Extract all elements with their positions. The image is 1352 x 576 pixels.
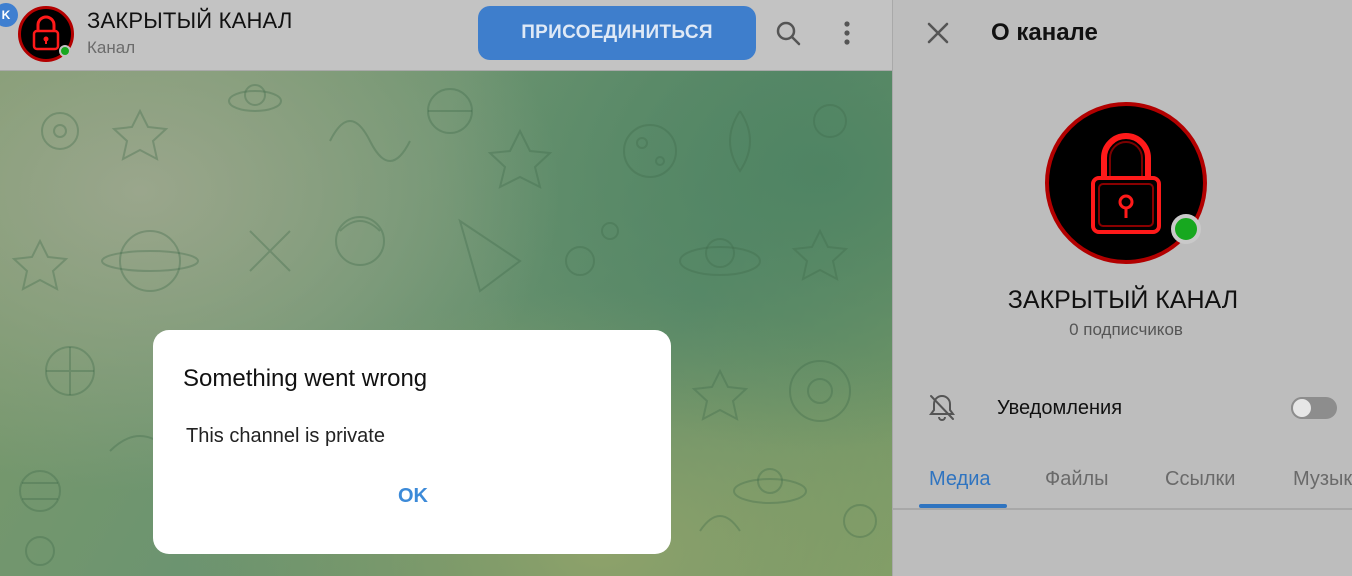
chat-area: K ЗАКРЫТЫЙ КАНАЛ Канал ПРИСОЕДИНИТЬСЯ So… — [0, 0, 892, 576]
online-indicator — [59, 45, 71, 57]
more-vertical-icon[interactable] — [831, 14, 863, 52]
tab-music[interactable]: Музыка — [1293, 468, 1352, 491]
bell-off-icon — [927, 392, 957, 422]
active-tab-indicator — [919, 504, 1007, 508]
media-tabs: Медиа Файлы Ссылки Музыка — [893, 458, 1352, 510]
channel-avatar[interactable] — [18, 6, 74, 62]
dialog-title: Something went wrong — [183, 365, 428, 392]
ok-button[interactable]: OK — [381, 480, 445, 512]
unread-badge[interactable]: K — [0, 3, 18, 27]
subscriber-count: 0 подписчиков — [1069, 320, 1183, 339]
toggle-knob — [1291, 397, 1313, 419]
tab-media[interactable]: Медиа — [929, 468, 991, 491]
error-dialog: Something went wrong This channel is pri… — [153, 330, 671, 554]
close-icon[interactable] — [923, 18, 953, 48]
channel-title[interactable]: ЗАКРЫТЫЙ КАНАЛ — [87, 8, 293, 34]
channel-avatar-large[interactable] — [1045, 102, 1207, 264]
panel-title: О канале — [991, 19, 1098, 46]
chat-header: K ЗАКРЫТЫЙ КАНАЛ Канал ПРИСОЕДИНИТЬСЯ — [0, 0, 892, 71]
notifications-label: Уведомления — [997, 397, 1123, 419]
join-button[interactable]: ПРИСОЕДИНИТЬСЯ — [478, 6, 756, 60]
channel-subtitle: Канал — [87, 38, 136, 57]
channel-info-panel: О канале ЗАКРЫТЫЙ КАНАЛ 0 подписчиков Ув… — [892, 0, 1352, 576]
dialog-message: This channel is private — [186, 425, 385, 447]
tab-files[interactable]: Файлы — [1045, 468, 1109, 491]
online-indicator — [1171, 214, 1201, 244]
search-icon[interactable] — [772, 14, 804, 52]
channel-name: ЗАКРЫТЫЙ КАНАЛ — [1007, 286, 1239, 314]
notifications-toggle[interactable] — [1291, 397, 1337, 419]
tab-links[interactable]: Ссылки — [1165, 468, 1235, 491]
